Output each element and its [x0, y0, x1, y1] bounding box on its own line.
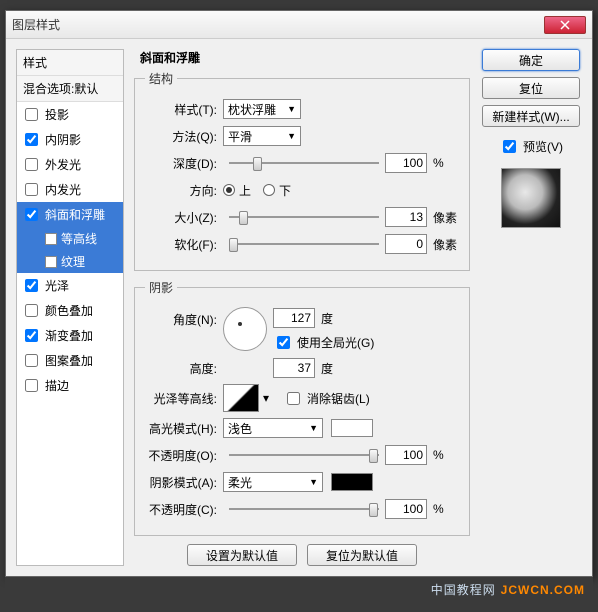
size-slider[interactable]	[229, 208, 379, 226]
structure-legend: 结构	[145, 70, 177, 87]
shading-legend: 阴影	[145, 279, 177, 296]
texture-check[interactable]	[45, 256, 57, 268]
chevron-down-icon: ▼	[309, 477, 318, 487]
close-icon	[560, 20, 570, 30]
style-select[interactable]: 枕状浮雕▼	[223, 99, 301, 119]
preview-thumbnail	[501, 168, 561, 228]
soften-label: 软化(F):	[145, 236, 223, 253]
altitude-label: 高度:	[145, 360, 223, 377]
sh-opacity-input[interactable]: 100	[385, 499, 427, 519]
sh-opacity-slider[interactable]	[229, 500, 379, 518]
preview-check[interactable]	[503, 140, 516, 153]
window-title: 图层样式	[12, 16, 544, 33]
depth-label: 深度(D):	[145, 155, 223, 172]
right-column: 确定 复位 新建样式(W)... 预览(V)	[480, 49, 582, 566]
reset-default-button[interactable]: 复位为默认值	[307, 544, 417, 566]
hi-opacity-label: 不透明度(O):	[145, 447, 223, 464]
depth-slider[interactable]	[229, 154, 379, 172]
direction-down[interactable]: 下	[263, 182, 291, 199]
global-light-check[interactable]	[277, 336, 290, 349]
sidebar-item-outer-glow[interactable]: 外发光	[17, 152, 123, 177]
contour-check[interactable]	[45, 233, 57, 245]
sidebar-item-drop-shadow[interactable]: 投影	[17, 102, 123, 127]
outer-glow-check[interactable]	[25, 158, 38, 171]
close-button[interactable]	[544, 16, 586, 34]
shadow-color-swatch[interactable]	[331, 473, 373, 491]
angle-label: 角度(N):	[145, 307, 223, 328]
highlight-mode-select[interactable]: 浅色▼	[223, 418, 323, 438]
chevron-down-icon[interactable]: ▾	[263, 391, 269, 405]
sidebar-item-gradient-overlay[interactable]: 渐变叠加	[17, 323, 123, 348]
shadow-mode-select[interactable]: 柔光▼	[223, 472, 323, 492]
sidebar-item-bevel-emboss[interactable]: 斜面和浮雕	[17, 202, 123, 227]
direction-label: 方向:	[145, 182, 223, 199]
sidebar-item-pattern-overlay[interactable]: 图案叠加	[17, 348, 123, 373]
structure-group: 结构 样式(T): 枕状浮雕▼ 方法(Q): 平滑▼ 深度(D): 100% 方…	[134, 70, 470, 271]
sh-opacity-label: 不透明度(C):	[145, 501, 223, 518]
satin-check[interactable]	[25, 279, 38, 292]
sidebar-item-stroke[interactable]: 描边	[17, 373, 123, 398]
inner-shadow-check[interactable]	[25, 133, 38, 146]
size-label: 大小(Z):	[145, 209, 223, 226]
method-select[interactable]: 平滑▼	[223, 126, 301, 146]
chevron-down-icon: ▼	[287, 104, 296, 114]
gloss-contour-picker[interactable]	[223, 384, 259, 412]
panel-title: 斜面和浮雕	[140, 49, 470, 66]
main-panel: 斜面和浮雕 结构 样式(T): 枕状浮雕▼ 方法(Q): 平滑▼ 深度(D): …	[134, 49, 470, 566]
soften-input[interactable]: 0	[385, 234, 427, 254]
altitude-input[interactable]: 37	[273, 358, 315, 378]
stroke-check[interactable]	[25, 379, 38, 392]
radio-icon	[263, 184, 275, 196]
sidebar-item-color-overlay[interactable]: 颜色叠加	[17, 298, 123, 323]
angle-input[interactable]: 127	[273, 308, 315, 328]
new-style-button[interactable]: 新建样式(W)...	[482, 105, 580, 127]
chevron-down-icon: ▼	[287, 131, 296, 141]
sidebar-header-blend[interactable]: 混合选项:默认	[17, 76, 123, 102]
layer-style-window: 图层样式 样式 混合选项:默认 投影 内阴影 外发光 内发光 斜面和浮雕 等高线…	[5, 10, 593, 577]
direction-up[interactable]: 上	[223, 182, 251, 199]
highlight-mode-label: 高光模式(H):	[145, 420, 223, 437]
gradient-overlay-check[interactable]	[25, 329, 38, 342]
method-label: 方法(Q):	[145, 128, 223, 145]
inner-glow-check[interactable]	[25, 183, 38, 196]
sidebar-header-styles[interactable]: 样式	[17, 50, 123, 76]
angle-wheel[interactable]	[223, 307, 267, 351]
drop-shadow-check[interactable]	[25, 108, 38, 121]
size-input[interactable]: 13	[385, 207, 427, 227]
ok-button[interactable]: 确定	[482, 49, 580, 71]
chevron-down-icon: ▼	[309, 423, 318, 433]
gloss-contour-label: 光泽等高线:	[145, 390, 223, 407]
shading-group: 阴影 角度(N): 127度 使用全局光(G) 高度: 37度 光泽等高线: ▾…	[134, 279, 470, 536]
radio-icon	[223, 184, 235, 196]
shadow-mode-label: 阴影模式(A):	[145, 474, 223, 491]
sidebar-item-satin[interactable]: 光泽	[17, 273, 123, 298]
sidebar-item-contour[interactable]: 等高线	[17, 227, 123, 250]
set-default-button[interactable]: 设置为默认值	[187, 544, 297, 566]
hi-opacity-input[interactable]: 100	[385, 445, 427, 465]
sidebar-item-inner-glow[interactable]: 内发光	[17, 177, 123, 202]
pattern-overlay-check[interactable]	[25, 354, 38, 367]
antialias-check[interactable]	[287, 392, 300, 405]
cancel-button[interactable]: 复位	[482, 77, 580, 99]
hi-opacity-slider[interactable]	[229, 446, 379, 464]
sidebar-item-inner-shadow[interactable]: 内阴影	[17, 127, 123, 152]
angle-cross-icon	[238, 322, 242, 326]
styles-sidebar: 样式 混合选项:默认 投影 内阴影 外发光 内发光 斜面和浮雕 等高线 纹理 光…	[16, 49, 124, 566]
depth-input[interactable]: 100	[385, 153, 427, 173]
style-label: 样式(T):	[145, 101, 223, 118]
sidebar-item-texture[interactable]: 纹理	[17, 250, 123, 273]
soften-slider[interactable]	[229, 235, 379, 253]
titlebar: 图层样式	[6, 11, 592, 39]
color-overlay-check[interactable]	[25, 304, 38, 317]
watermark: 中国教程网 JCWCN.COM	[5, 577, 593, 602]
bevel-check[interactable]	[25, 208, 38, 221]
highlight-color-swatch[interactable]	[331, 419, 373, 437]
